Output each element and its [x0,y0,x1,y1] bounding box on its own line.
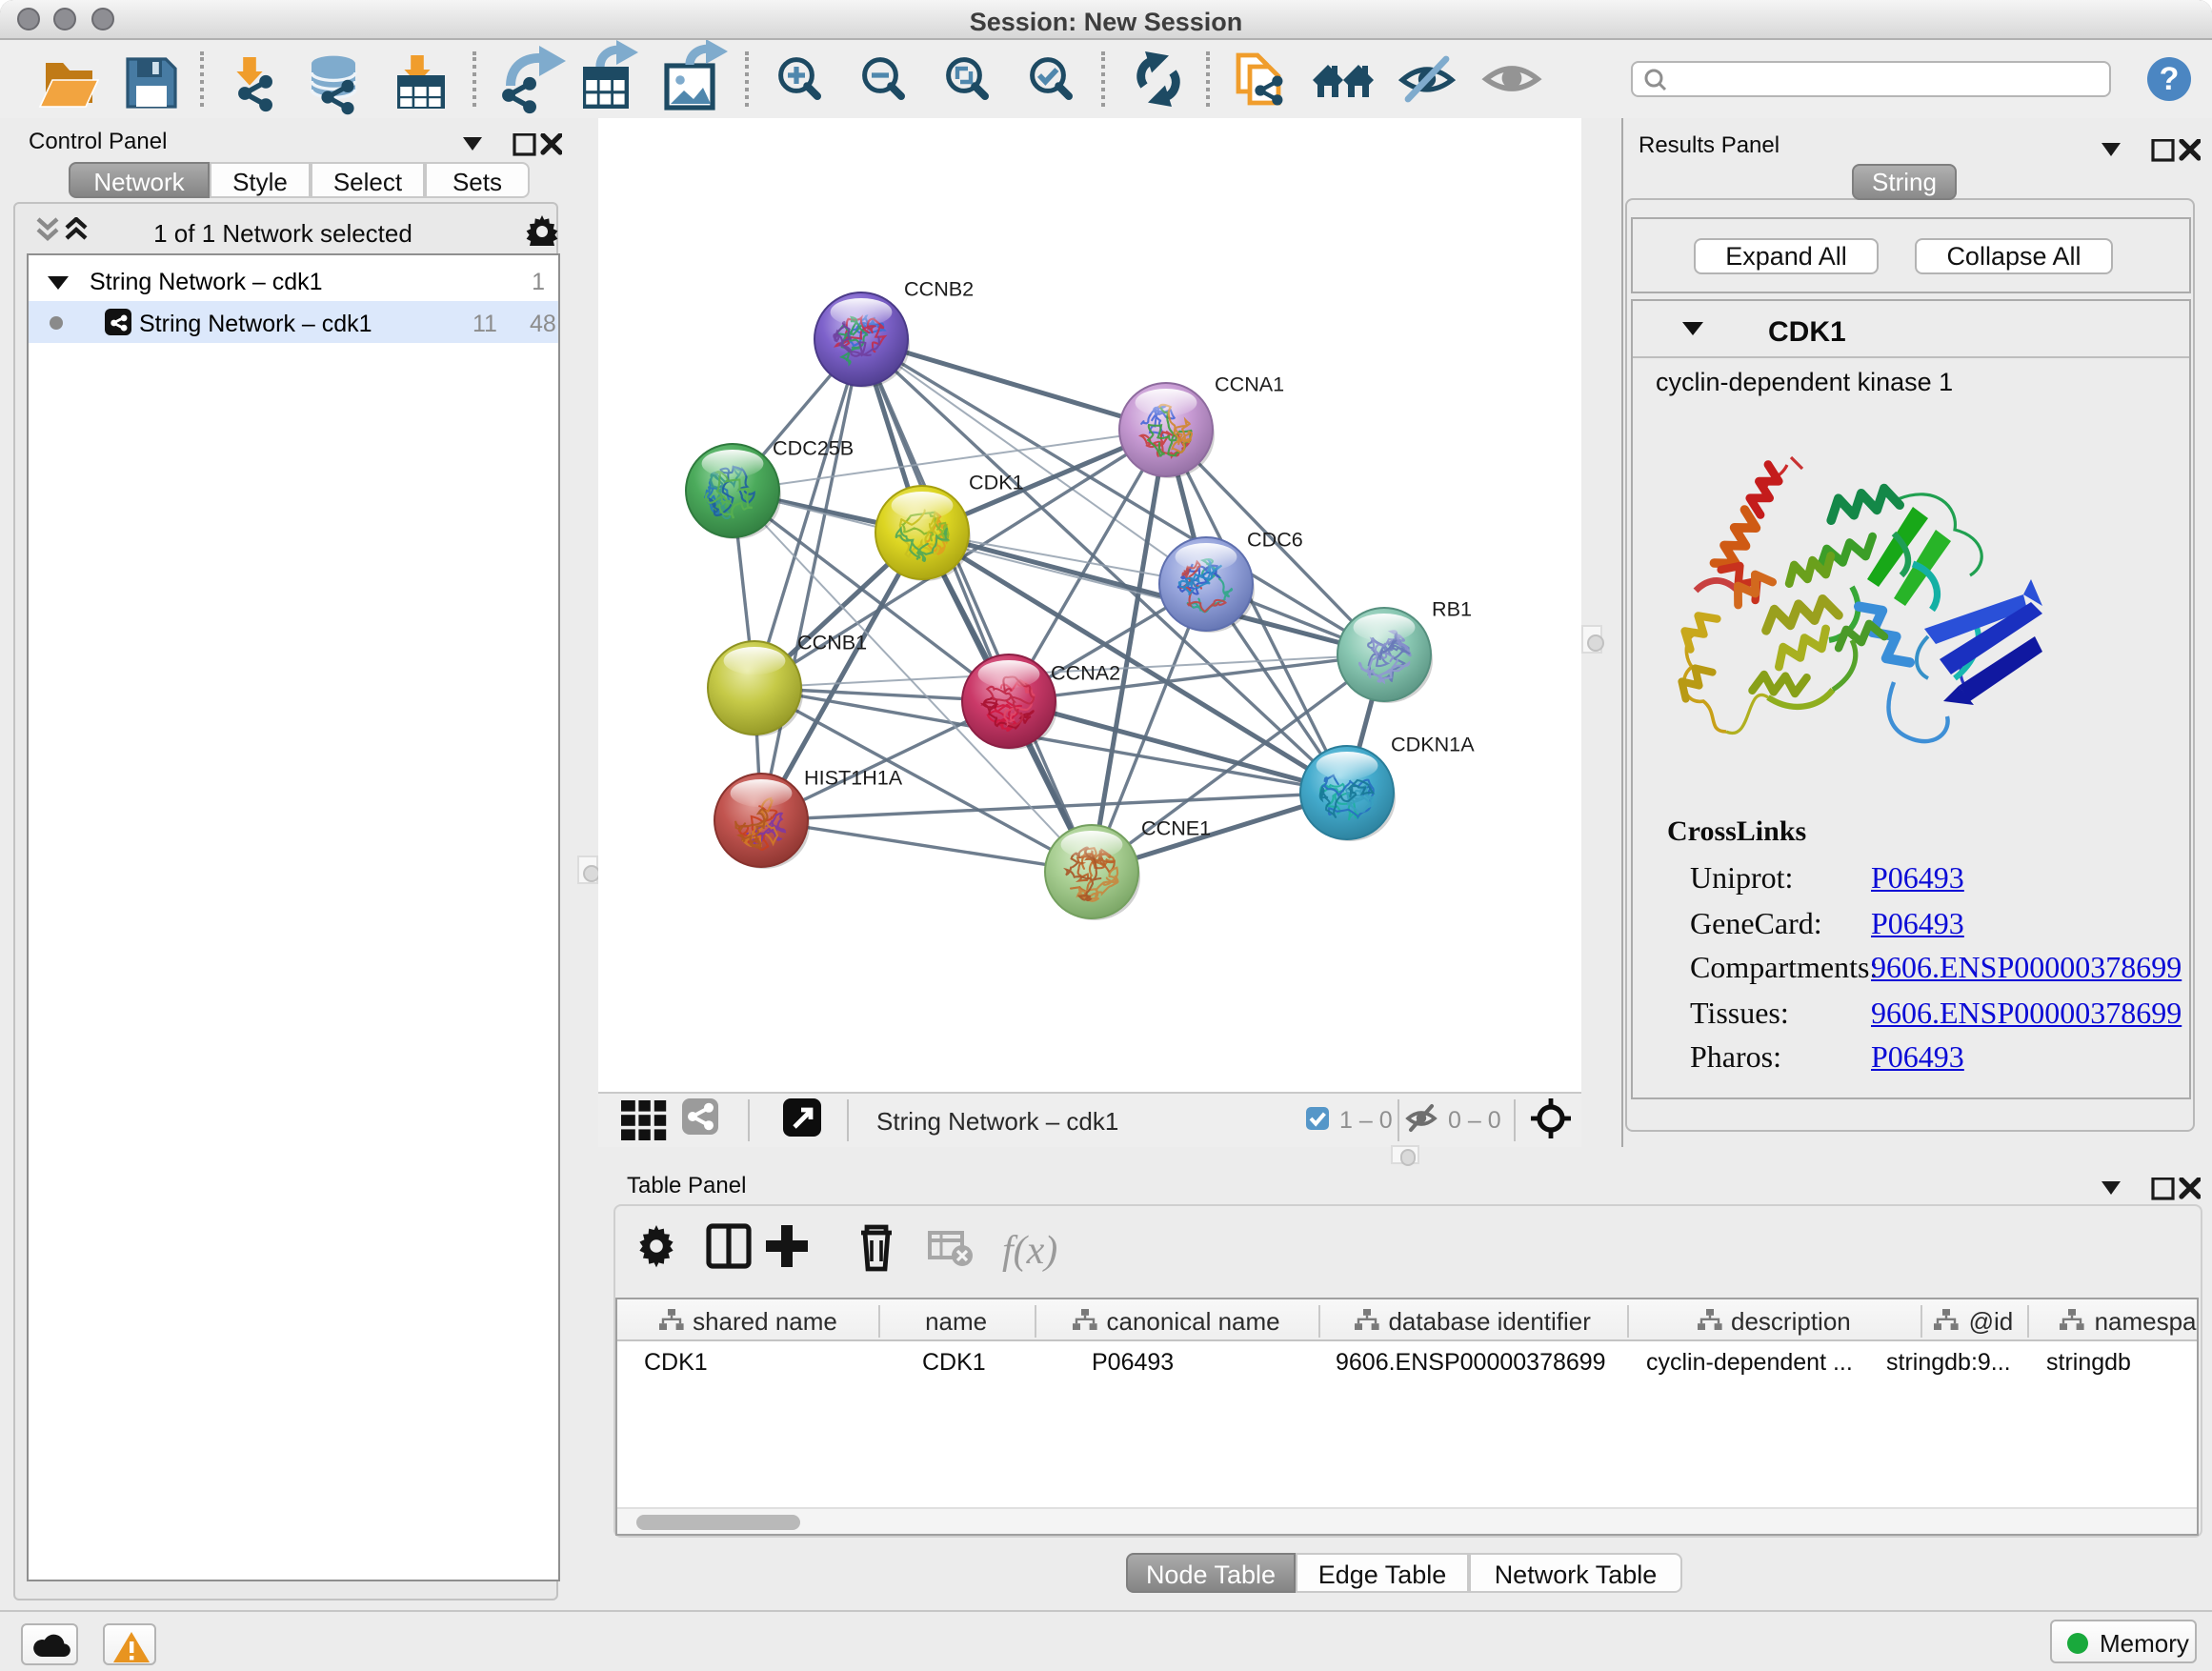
svg-text:CDC25B: CDC25B [773,435,854,459]
svg-text:CCNE1: CCNE1 [1141,815,1211,839]
svg-text:CCNA2: CCNA2 [1051,660,1120,684]
svg-text:CDKN1A: CDKN1A [1391,732,1475,755]
svg-text:RB1: RB1 [1432,596,1472,620]
svg-text:f(x): f(x) [1002,1229,1057,1273]
svg-text:CCNA1: CCNA1 [1215,372,1284,395]
svg-text:CCNB2: CCNB2 [904,276,974,300]
svg-text:CDK1: CDK1 [969,470,1024,493]
svg-text:HIST1H1A: HIST1H1A [804,765,903,789]
svg-text:CCNB1: CCNB1 [797,630,867,654]
svg-text:CDC6: CDC6 [1247,527,1303,551]
